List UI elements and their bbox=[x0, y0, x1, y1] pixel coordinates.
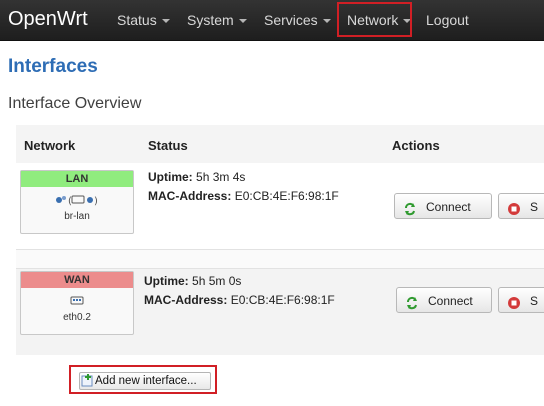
ethernet-icon bbox=[21, 295, 133, 310]
mac-value: E0:CB:4E:F6:98:1F bbox=[230, 293, 335, 307]
network-highlight-box bbox=[337, 2, 412, 37]
svg-text:): ) bbox=[94, 196, 98, 206]
lan-device: br-lan bbox=[64, 211, 90, 222]
stop-label: S bbox=[530, 294, 539, 308]
connect-label: Connect bbox=[426, 200, 471, 214]
uptime-value: 5h 3m 4s bbox=[196, 170, 246, 184]
lan-badge[interactable]: LAN ( ) br-lan bbox=[20, 170, 134, 234]
stop-label: S bbox=[530, 200, 539, 214]
wan-device: eth0.2 bbox=[63, 312, 91, 323]
uptime-label: Uptime: bbox=[148, 170, 193, 184]
chevron-down-icon bbox=[238, 19, 247, 24]
table-row-lan: LAN ( ) br-lan Uptime: 5h 3m 4s MAC-Addr… bbox=[16, 163, 544, 250]
stop-icon bbox=[507, 199, 521, 225]
uptime-value: 5h 5m 0s bbox=[192, 274, 242, 288]
lan-connect-button[interactable]: Connect bbox=[394, 193, 492, 219]
table-row-wan: WAN eth0.2 Uptime: 5h 5m 0s MAC-Address:… bbox=[16, 268, 544, 355]
wan-badge[interactable]: WAN eth0.2 bbox=[20, 271, 134, 335]
nav-status[interactable]: Status bbox=[117, 10, 170, 30]
row-divider bbox=[16, 250, 544, 268]
lan-stop-button[interactable]: S bbox=[498, 193, 544, 219]
bridge-icon: ( ) bbox=[21, 194, 133, 209]
header-network: Network bbox=[24, 138, 76, 153]
nav-services-label: Services bbox=[264, 12, 318, 28]
stop-icon bbox=[507, 293, 521, 319]
refresh-icon bbox=[405, 293, 419, 319]
section-title: Interface Overview bbox=[8, 95, 142, 112]
mac-label: MAC-Address: bbox=[144, 293, 228, 307]
lan-mac: MAC-Address: E0:CB:4E:F6:98:1F bbox=[148, 189, 339, 203]
mac-value: E0:CB:4E:F6:98:1F bbox=[234, 189, 339, 203]
top-navbar: OpenWrt Status System Services Network L… bbox=[0, 0, 544, 41]
wan-uptime: Uptime: 5h 5m 0s bbox=[144, 274, 241, 288]
nav-logout[interactable]: Logout bbox=[426, 10, 469, 30]
table-header: Network Status Actions bbox=[16, 125, 544, 164]
uptime-label: Uptime: bbox=[144, 274, 189, 288]
lan-name: LAN bbox=[21, 171, 133, 187]
chevron-down-icon bbox=[322, 19, 331, 24]
lan-uptime: Uptime: 5h 3m 4s bbox=[148, 170, 245, 184]
nav-services[interactable]: Services bbox=[264, 10, 331, 30]
wan-name: WAN bbox=[21, 272, 133, 288]
svg-text:(: ( bbox=[68, 196, 72, 206]
add-icon bbox=[81, 374, 94, 392]
wan-connect-button[interactable]: Connect bbox=[396, 287, 492, 313]
nav-system-label: System bbox=[187, 12, 234, 28]
add-interface-label: Add new interface... bbox=[95, 375, 197, 387]
refresh-icon bbox=[403, 199, 417, 225]
chevron-down-icon bbox=[161, 19, 170, 24]
header-actions: Actions bbox=[392, 138, 440, 153]
interfaces-table: Network Status Actions LAN ( ) br-lan Up… bbox=[16, 125, 544, 355]
wan-stop-button[interactable]: S bbox=[498, 287, 544, 313]
brand-logo[interactable]: OpenWrt bbox=[8, 6, 88, 32]
page-title: Interfaces bbox=[8, 56, 98, 77]
add-interface-button[interactable]: Add new interface... bbox=[79, 372, 211, 390]
mac-label: MAC-Address: bbox=[148, 189, 232, 203]
wan-mac: MAC-Address: E0:CB:4E:F6:98:1F bbox=[144, 293, 335, 307]
nav-system[interactable]: System bbox=[187, 10, 247, 30]
header-status: Status bbox=[148, 138, 188, 153]
nav-status-label: Status bbox=[117, 12, 157, 28]
connect-label: Connect bbox=[428, 294, 473, 308]
